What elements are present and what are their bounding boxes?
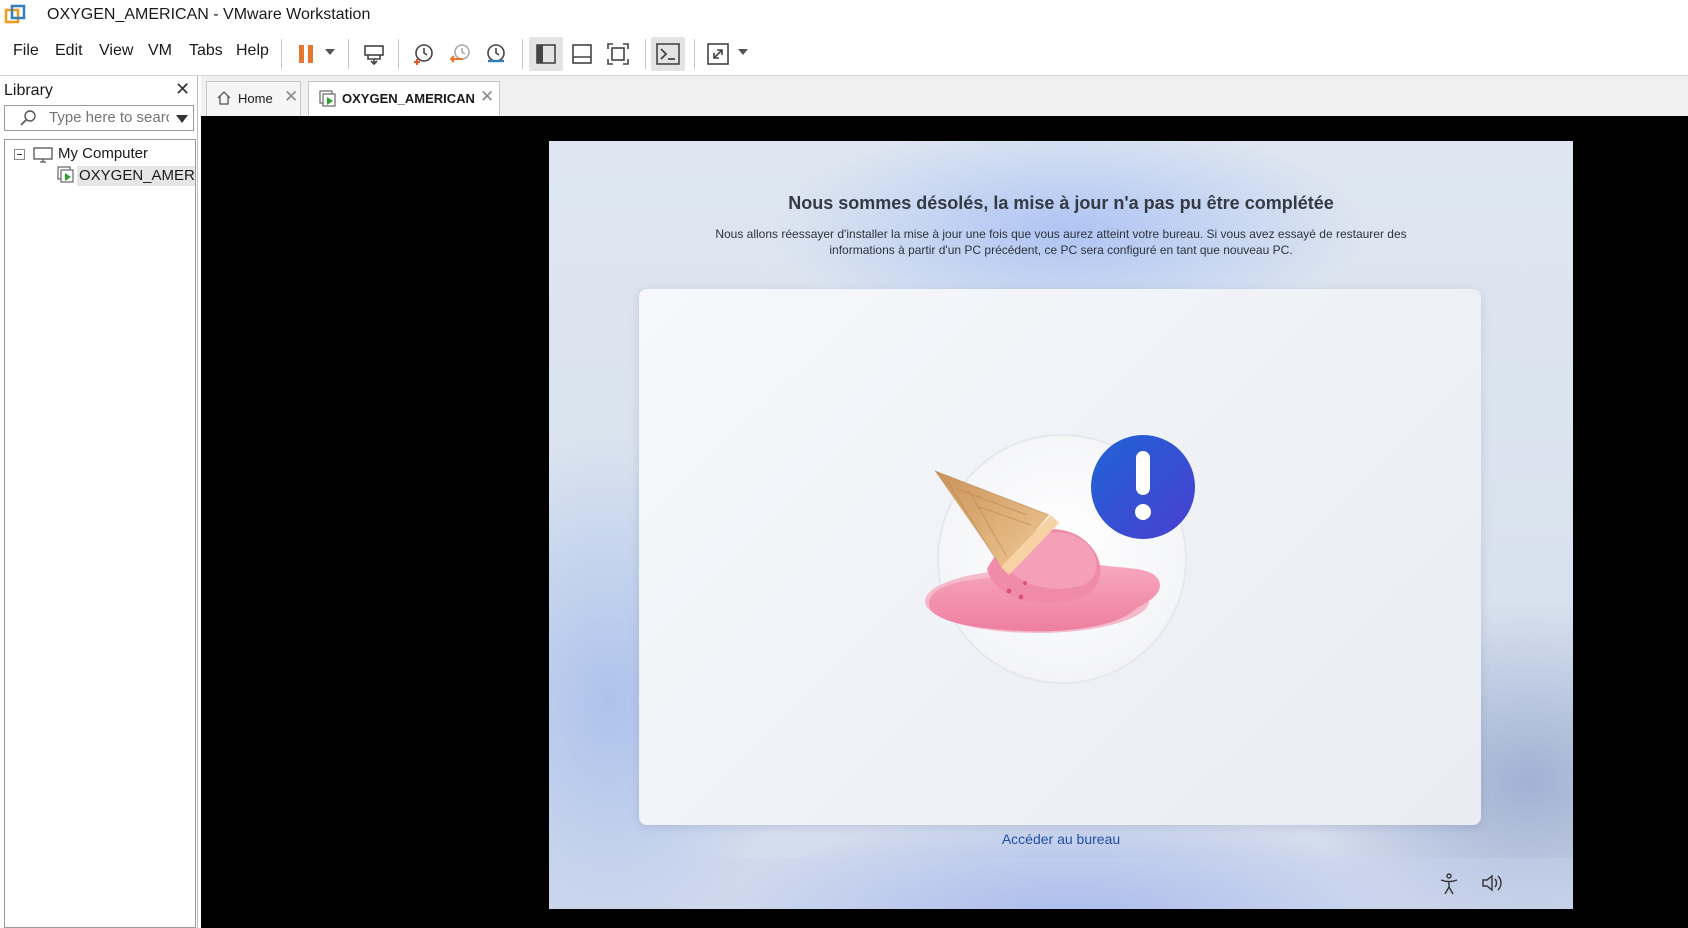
tab-oxygen-american[interactable]: OXYGEN_AMERICAN ✕ <box>308 81 500 116</box>
power-dropdown-arrow[interactable] <box>325 49 335 55</box>
window-title: OXYGEN_AMERICAN - VMware Workstation <box>47 6 371 23</box>
library-title: Library <box>4 82 53 99</box>
snapshot-manager-icon <box>487 44 505 63</box>
guest-screen[interactable]: Nous sommes désolés, la mise à jour n'a … <box>549 141 1573 909</box>
snapshot-manager-button[interactable] <box>479 37 513 71</box>
volume-icon[interactable] <box>1481 873 1505 893</box>
toolbar-separator <box>348 39 349 69</box>
revert-snapshot-button[interactable] <box>443 37 477 71</box>
computer-icon <box>33 147 53 163</box>
vm-running-icon <box>319 90 336 107</box>
menu-help[interactable]: Help <box>236 42 269 60</box>
tab-oxygen-american-label: OXYGEN_AMERICAN <box>342 91 475 106</box>
send-ctrl-alt-del-button[interactable] <box>357 37 391 71</box>
full-screen-icon <box>607 43 629 65</box>
stretch-guest-icon <box>707 43 729 65</box>
show-library-button[interactable] <box>529 37 563 71</box>
vmware-logo-icon <box>4 4 26 24</box>
show-library-icon <box>536 44 556 64</box>
pause-icon <box>299 45 313 63</box>
toolbar-separator <box>645 39 646 69</box>
tab-home[interactable]: Home ✕ <box>206 81 301 116</box>
full-screen-button[interactable] <box>601 37 635 71</box>
revert-snapshot-icon <box>449 44 470 63</box>
menu-vm[interactable]: VM <box>148 42 172 60</box>
library-search[interactable] <box>4 105 194 131</box>
tab-home-label: Home <box>238 91 273 106</box>
toolbar-separator <box>281 39 282 69</box>
menu-file[interactable]: File <box>13 42 39 60</box>
toolbar-separator <box>398 39 399 69</box>
stretch-dropdown-arrow[interactable] <box>738 49 748 55</box>
tree-item-my-computer[interactable]: My Computer <box>58 145 148 162</box>
library-search-input[interactable] <box>49 109 169 126</box>
thumbnail-bar-button[interactable] <box>565 37 599 71</box>
illustration-card <box>639 289 1481 825</box>
guest-bottom-bar <box>549 858 1573 909</box>
library-tree: My Computer OXYGEN_AMERIC <box>4 139 196 928</box>
go-to-desktop-link[interactable]: Accéder au bureau <box>549 831 1573 847</box>
console-view-icon <box>656 43 680 65</box>
tree-item-vm-label: OXYGEN_AMERIC <box>79 167 195 184</box>
search-icon <box>20 110 36 126</box>
title-bar: OXYGEN_AMERICAN - VMware Workstation <box>0 0 1688 30</box>
update-failed-message: Nous allons réessayer d'installer la mis… <box>715 227 1407 257</box>
close-tab-icon[interactable]: ✕ <box>284 87 298 107</box>
update-failed-title: Nous sommes désolés, la mise à jour n'a … <box>788 193 1334 213</box>
close-library-icon[interactable]: ✕ <box>175 79 190 100</box>
close-tab-icon[interactable]: ✕ <box>480 87 494 107</box>
toolbar-separator <box>694 39 695 69</box>
tree-item-vm[interactable]: OXYGEN_AMERIC <box>77 166 195 186</box>
menu-tabs[interactable]: Tabs <box>189 42 223 60</box>
melted-ice-cream-icon <box>925 434 1195 684</box>
menu-toolbar: File Edit View VM Tabs Help <box>0 31 1688 76</box>
menu-edit[interactable]: Edit <box>55 42 83 60</box>
collapse-toggle-icon[interactable] <box>14 149 25 160</box>
thumbnail-bar-icon <box>572 44 592 64</box>
snapshot-icon <box>414 44 433 65</box>
send-ctrl-alt-del-icon <box>364 45 384 66</box>
menu-view[interactable]: View <box>99 42 133 60</box>
search-dropdown-arrow[interactable] <box>176 115 188 123</box>
toolbar-separator <box>522 39 523 69</box>
tab-strip: Home ✕ OXYGEN_AMERICAN ✕ <box>201 76 1688 116</box>
vm-console[interactable]: Nous sommes désolés, la mise à jour n'a … <box>201 116 1688 928</box>
stretch-guest-button[interactable] <box>701 37 735 71</box>
library-panel: Library ✕ My Computer OXYGEN_AMERIC <box>0 76 198 928</box>
accessibility-icon[interactable] <box>1439 873 1459 895</box>
vm-running-icon <box>57 166 74 183</box>
console-view-button[interactable] <box>651 37 685 71</box>
take-snapshot-button[interactable] <box>406 37 440 71</box>
pause-button[interactable] <box>289 37 323 71</box>
home-icon <box>217 91 231 105</box>
